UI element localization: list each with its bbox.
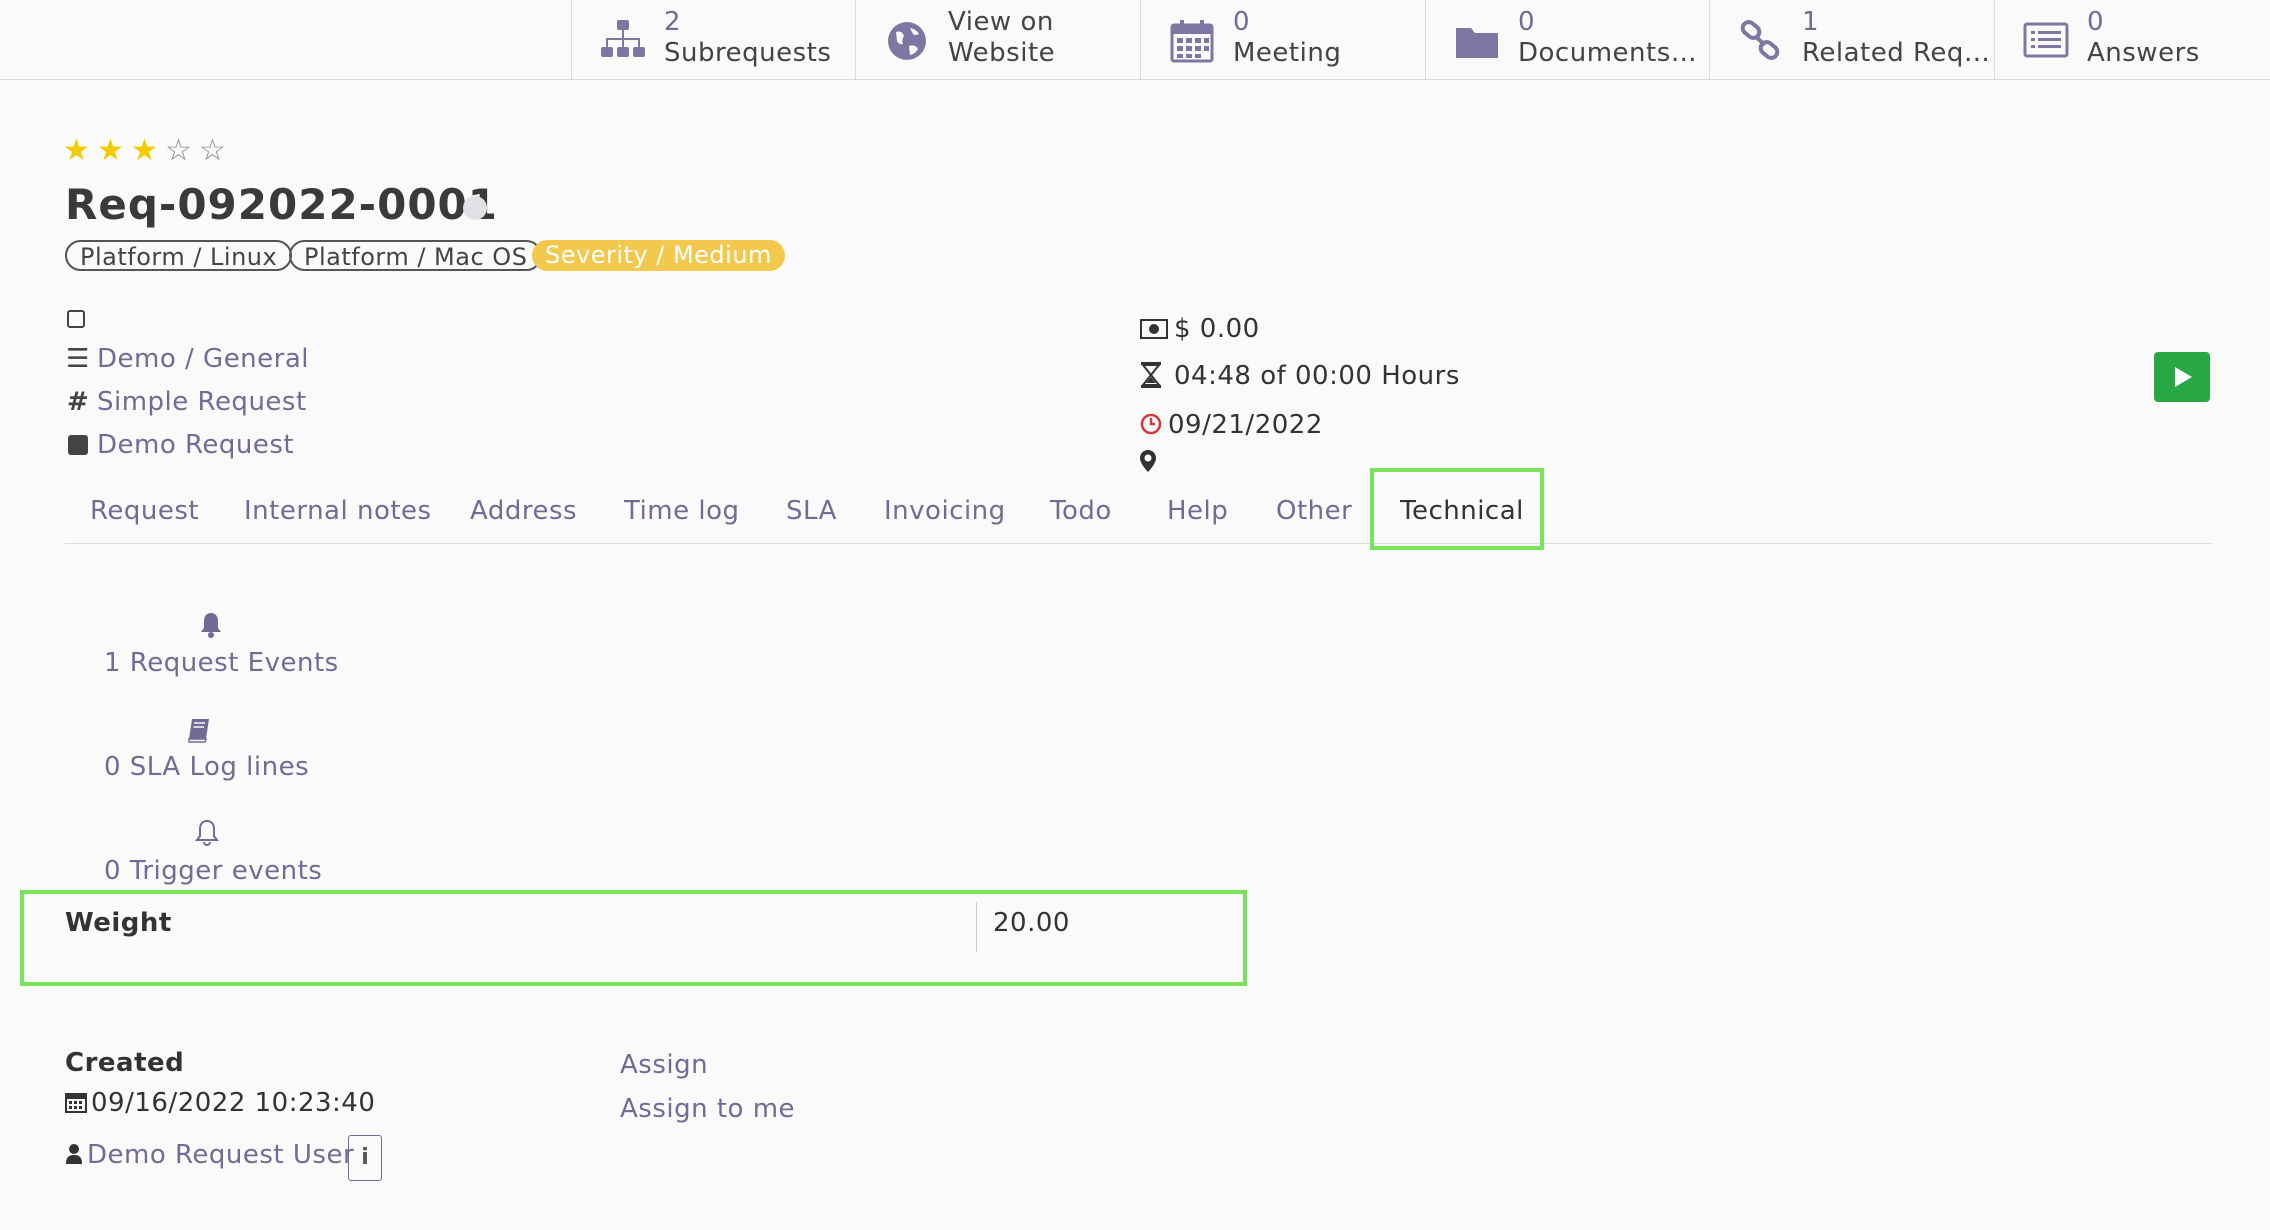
tag-severity-medium[interactable]: Severity / Medium [532, 240, 785, 271]
bell-icon [201, 613, 221, 638]
priority-rating[interactable]: ★ ★ ★ ☆ ☆ [63, 134, 233, 168]
highlight-technical-tab [1370, 468, 1544, 550]
weight-label: Weight [65, 908, 172, 938]
weight-value[interactable]: 20.00 [993, 908, 1070, 938]
checkbox[interactable] [67, 310, 85, 328]
folder-icon [1456, 28, 1498, 58]
deadline-value: 09/21/2022 [1168, 410, 1323, 440]
deadline-line: 09/21/2022 [1140, 410, 1323, 440]
hashtag-icon: # [66, 387, 90, 417]
created-user-link[interactable]: Demo Request User [87, 1140, 354, 1170]
star-icon[interactable]: ★ [63, 134, 97, 168]
created-user-line: Demo Request User [65, 1140, 354, 1170]
bell-outline-icon [195, 819, 219, 846]
documents-button[interactable]: 0 Documents… [1425, 0, 1710, 79]
answers-button[interactable]: 0 Answers [1994, 0, 2270, 79]
tab-internal-notes[interactable]: Internal notes [244, 496, 432, 526]
square-icon [65, 430, 91, 460]
book-icon [188, 719, 209, 743]
smart-button-bar: 2 Subrequests View on Website 0 Meeting [0, 0, 2270, 80]
documents-label: Documents… [1518, 38, 1698, 68]
money-icon [1140, 319, 1168, 339]
tab-other[interactable]: Other [1276, 496, 1352, 526]
highlight-weight-field [20, 890, 1247, 986]
category-line: ☰ Demo / General [65, 344, 309, 374]
user-icon [66, 1144, 82, 1164]
sitemap-icon [601, 20, 645, 57]
star-icon[interactable]: ★ [97, 134, 131, 168]
star-empty-icon[interactable]: ☆ [165, 134, 199, 168]
tab-address[interactable]: Address [470, 496, 577, 526]
hourglass-icon [1140, 362, 1162, 388]
type-line: # Simple Request [65, 387, 307, 417]
globe-icon [888, 22, 926, 60]
status-indicator[interactable] [463, 196, 487, 220]
related-requests-count: 1 [1802, 7, 1820, 37]
subrequests-button[interactable]: 2 Subrequests [571, 0, 856, 79]
link-icon [1740, 20, 1780, 60]
tab-help[interactable]: Help [1167, 496, 1228, 526]
trigger-events-button[interactable]: 0 Trigger events [104, 856, 322, 886]
clock-icon [1140, 413, 1162, 435]
star-icon[interactable]: ★ [131, 134, 165, 168]
assign-link[interactable]: Assign [620, 1050, 708, 1080]
meeting-button[interactable]: 0 Meeting [1140, 0, 1426, 79]
start-timer-button[interactable] [2154, 352, 2210, 402]
tab-time-log[interactable]: Time log [624, 496, 740, 526]
play-icon [2175, 367, 2192, 387]
calendar-icon [1170, 20, 1214, 63]
star-empty-icon[interactable]: ☆ [199, 134, 233, 168]
time-value: 04:48 of 00:00 Hours [1174, 361, 1460, 391]
meeting-count: 0 [1233, 7, 1251, 37]
created-label: Created [65, 1048, 185, 1078]
bars-icon: ☰ [66, 344, 90, 374]
amount-value: $ 0.00 [1174, 314, 1260, 344]
time-line: 04:48 of 00:00 Hours [1140, 361, 1460, 391]
view-on-website-button[interactable]: View on Website [855, 0, 1141, 79]
kind-line: Demo Request [65, 430, 294, 460]
view-on-label: View on [948, 7, 1054, 37]
assign-to-me-link[interactable]: Assign to me [620, 1094, 795, 1124]
info-icon[interactable]: i [348, 1135, 382, 1181]
tab-invoicing[interactable]: Invoicing [884, 496, 1006, 526]
amount-line: $ 0.00 [1140, 314, 1260, 344]
answers-count: 0 [2087, 7, 2105, 37]
answers-label: Answers [2087, 38, 2200, 68]
tag-platform-linux[interactable]: Platform / Linux [65, 240, 293, 271]
field-divider [976, 902, 977, 952]
request-title: Req-092022-0001 [65, 180, 498, 229]
meeting-label: Meeting [1233, 38, 1342, 68]
tag-platform-macos[interactable]: Platform / Mac OS [289, 240, 543, 271]
tab-sla[interactable]: SLA [786, 496, 837, 526]
type-link[interactable]: Simple Request [97, 387, 307, 417]
created-date-line: 09/16/2022 10:23:40 [65, 1088, 375, 1118]
tab-todo[interactable]: Todo [1050, 496, 1112, 526]
created-date: 09/16/2022 10:23:40 [91, 1088, 376, 1118]
tab-request[interactable]: Request [90, 496, 199, 526]
sla-log-lines-button[interactable]: 0 SLA Log lines [104, 752, 309, 782]
documents-count: 0 [1518, 7, 1536, 37]
subrequests-count: 2 [664, 7, 682, 37]
kind-link[interactable]: Demo Request [97, 430, 294, 460]
category-link[interactable]: Demo / General [97, 344, 309, 374]
request-events-button[interactable]: 1 Request Events [104, 648, 339, 678]
related-requests-label: Related Req… [1802, 38, 1991, 68]
related-requests-button[interactable]: 1 Related Req… [1709, 0, 1995, 79]
list-icon [2023, 22, 2069, 58]
form-tabs: Request Internal notes Address Time log … [65, 470, 2212, 544]
website-label: Website [948, 38, 1056, 68]
subrequests-label: Subrequests [664, 38, 832, 68]
calendar-small-icon [65, 1093, 87, 1113]
